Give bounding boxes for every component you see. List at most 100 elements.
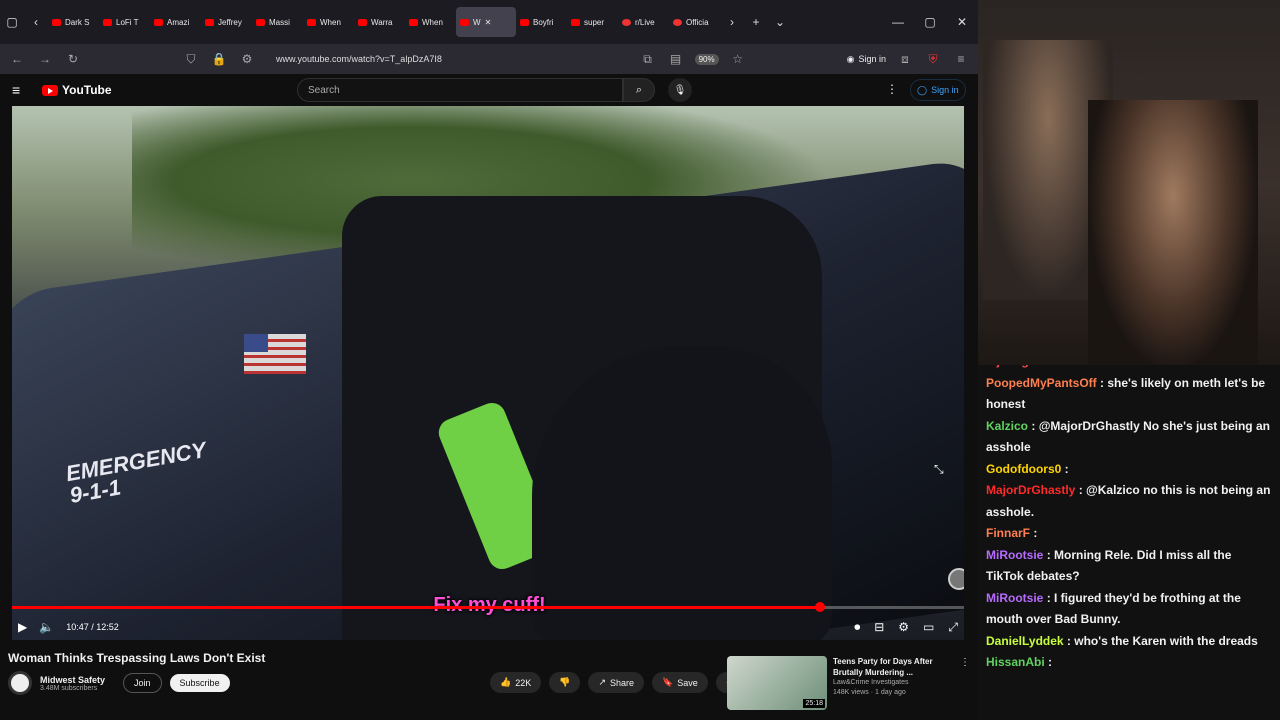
channel-name[interactable]: Midwest Safety (40, 675, 105, 685)
youtube-favicon-icon (256, 18, 265, 26)
browser-tab[interactable]: When (303, 7, 354, 37)
ublock-icon[interactable]: ⛨ (924, 52, 942, 67)
browser-sign-in[interactable]: ◉ Sign in (847, 54, 886, 65)
browser-tab[interactable]: LoFi T (99, 7, 150, 37)
settings-gear-icon[interactable]: ⚙ (898, 620, 909, 635)
chat-username[interactable]: HissanAbi (986, 655, 1045, 669)
tab-overview-icon[interactable]: ▢ (0, 7, 24, 37)
back-icon[interactable]: ← (8, 52, 26, 66)
chat-username[interactable]: mjdang (986, 365, 1029, 368)
share-icon: ↗ (598, 677, 606, 687)
browser-tab[interactable]: Jeffrey (201, 7, 252, 37)
like-button[interactable]: 👍 22K (490, 672, 542, 693)
progress-scrubber[interactable] (814, 602, 825, 612)
theater-mode-icon[interactable]: ▭ (923, 620, 934, 635)
youtube-favicon-icon (520, 18, 529, 26)
search-input[interactable]: Search (297, 78, 623, 102)
screen: ▢ ‹ Dark S LoFi T Amazi Jeffrey Massi When War… (0, 0, 1280, 720)
close-tab-icon[interactable]: ✕ (485, 18, 492, 27)
recommended-video[interactable]: 25:18 Teens Party for Days After Brutall… (727, 656, 951, 710)
bookmark-star-icon[interactable]: ☆ (729, 52, 747, 66)
browser-tab[interactable]: super (567, 7, 618, 37)
chat-username[interactable]: MajorDrGhastly (986, 483, 1075, 497)
share-button[interactable]: ↗ Share (588, 672, 645, 693)
picture-in-picture-icon[interactable]: ⧉ (639, 52, 657, 67)
channel-avatar[interactable] (8, 671, 32, 695)
chat-username[interactable]: MiRootsie (986, 548, 1043, 562)
channel-watermark[interactable] (948, 568, 964, 590)
save-button[interactable]: 🔖 Save (652, 672, 708, 693)
chat-username[interactable]: Kalzico (986, 419, 1028, 433)
chat-message: Godofdoors0 : (986, 459, 1272, 481)
browser-tab-label: Officia (686, 17, 709, 27)
address-bar[interactable]: www.youtube.com/watch?v=T_alpDzA7I8 (276, 54, 442, 64)
chat-message: Kalzico : @MajorDrGhastly No she's just … (986, 416, 1272, 459)
minimize-icon[interactable]: — (882, 0, 914, 44)
browser-tab[interactable]: W ✕ (456, 7, 516, 37)
youtube-play-icon (42, 84, 58, 96)
extensions-icon[interactable]: ⧈ (896, 52, 914, 67)
captions-icon[interactable]: ⊟ (874, 620, 884, 635)
maximize-icon[interactable]: ▢ (914, 0, 946, 44)
recommended-thumbnail[interactable]: 25:18 (727, 656, 827, 710)
hamburger-menu-icon[interactable]: ≡ (12, 82, 36, 98)
subscribe-button[interactable]: Subscribe (169, 674, 230, 692)
autoplay-toggle-icon[interactable]: ⏺ (854, 620, 860, 635)
close-window-icon[interactable]: ✕ (946, 0, 978, 44)
permissions-icon[interactable]: ⚙ (238, 52, 256, 66)
recommended-title[interactable]: Teens Party for Days After Brutally Murd… (833, 656, 951, 678)
scroll-tabs-right-icon[interactable]: › (720, 7, 744, 37)
share-label: Share (610, 677, 635, 688)
chat-message: MiRootsie : I figured they'd be frothing… (986, 588, 1272, 631)
join-button[interactable]: Join (123, 673, 162, 693)
browser-tab[interactable]: Massi (252, 7, 303, 37)
browser-tab[interactable]: Warra (354, 7, 405, 37)
forward-icon[interactable]: → (36, 52, 54, 66)
play-icon[interactable]: ▶ (18, 620, 27, 634)
chat-username[interactable]: PoopedMyPantsOff (986, 376, 1097, 390)
fullscreen-icon[interactable]: ⤢ (948, 620, 958, 635)
tab-list-dropdown-icon[interactable]: ⌄ (768, 7, 792, 37)
chat-username[interactable]: MiRootsie (986, 591, 1043, 605)
recommended-meta: 148K views · 1 day ago (833, 689, 906, 696)
video-actions: 👍22K 👎 ↗Share 🔖Save ⋯ (490, 672, 745, 693)
browser-tab[interactable]: Officia (669, 7, 720, 37)
volume-icon[interactable]: 🔈 (39, 620, 54, 634)
browser-tab[interactable]: Boyfri (516, 7, 567, 37)
video-duration: 25:18 (803, 699, 825, 708)
progress-bar[interactable] (12, 602, 964, 612)
dislike-button[interactable]: 👎 (549, 672, 581, 693)
tab-list: Dark S LoFi T Amazi Jeffrey Massi When Warra Wh… (48, 7, 720, 37)
chat-username[interactable]: FinnarF (986, 526, 1030, 540)
video-player[interactable]: EMERGENCY 9-1-1 ⤡ Fix my cuff! ▶ 🔈 10:47 … (12, 106, 964, 640)
browser-tab[interactable]: When (405, 7, 456, 37)
more-options-icon[interactable]: ⋮ (886, 82, 898, 96)
browser-navbar: ← → ↻ ⛉ 🔒 ⚙ www.youtube.com/watch?v=T_al… (0, 44, 978, 74)
youtube-sign-in-button[interactable]: ◯ Sign in (910, 79, 966, 101)
reload-icon[interactable]: ↻ (64, 52, 82, 66)
menu-icon[interactable]: ≡ (952, 52, 970, 66)
new-tab-icon[interactable]: + (744, 7, 768, 37)
scroll-tabs-left-icon[interactable]: ‹ (24, 7, 48, 37)
miniplayer-icon[interactable]: ⤡ (934, 462, 944, 477)
chat-username[interactable]: DanielLyddek (986, 634, 1064, 648)
thumbs-down-icon: 👎 (559, 677, 571, 687)
browser-tab[interactable]: Dark S (48, 7, 99, 37)
chat-username[interactable]: Godofdoors0 (986, 462, 1061, 476)
microphone-icon[interactable]: 🎙 (668, 78, 692, 102)
youtube-favicon-icon (358, 18, 367, 26)
time-display: 10:47 / 12:52 (66, 622, 119, 632)
reader-view-icon[interactable]: ▤ (667, 52, 685, 66)
recommended-channel[interactable]: Law&Crime Investigates (833, 678, 951, 688)
browser-tab[interactable]: r/Live (618, 7, 669, 37)
youtube-logo[interactable]: YouTube (42, 83, 112, 97)
zoom-level[interactable]: 90% (694, 53, 719, 65)
recommended-more-icon[interactable]: ⋮ (960, 657, 970, 668)
shield-icon[interactable]: ⛉ (182, 52, 200, 67)
browser-tab-label: When (320, 17, 341, 27)
browser-tab-label: Warra (371, 17, 393, 27)
browser-tab[interactable]: Amazi (150, 7, 201, 37)
progress-fill (12, 606, 820, 609)
youtube-logo-text: YouTube (62, 83, 112, 97)
search-icon[interactable]: ⌕ (623, 78, 655, 102)
